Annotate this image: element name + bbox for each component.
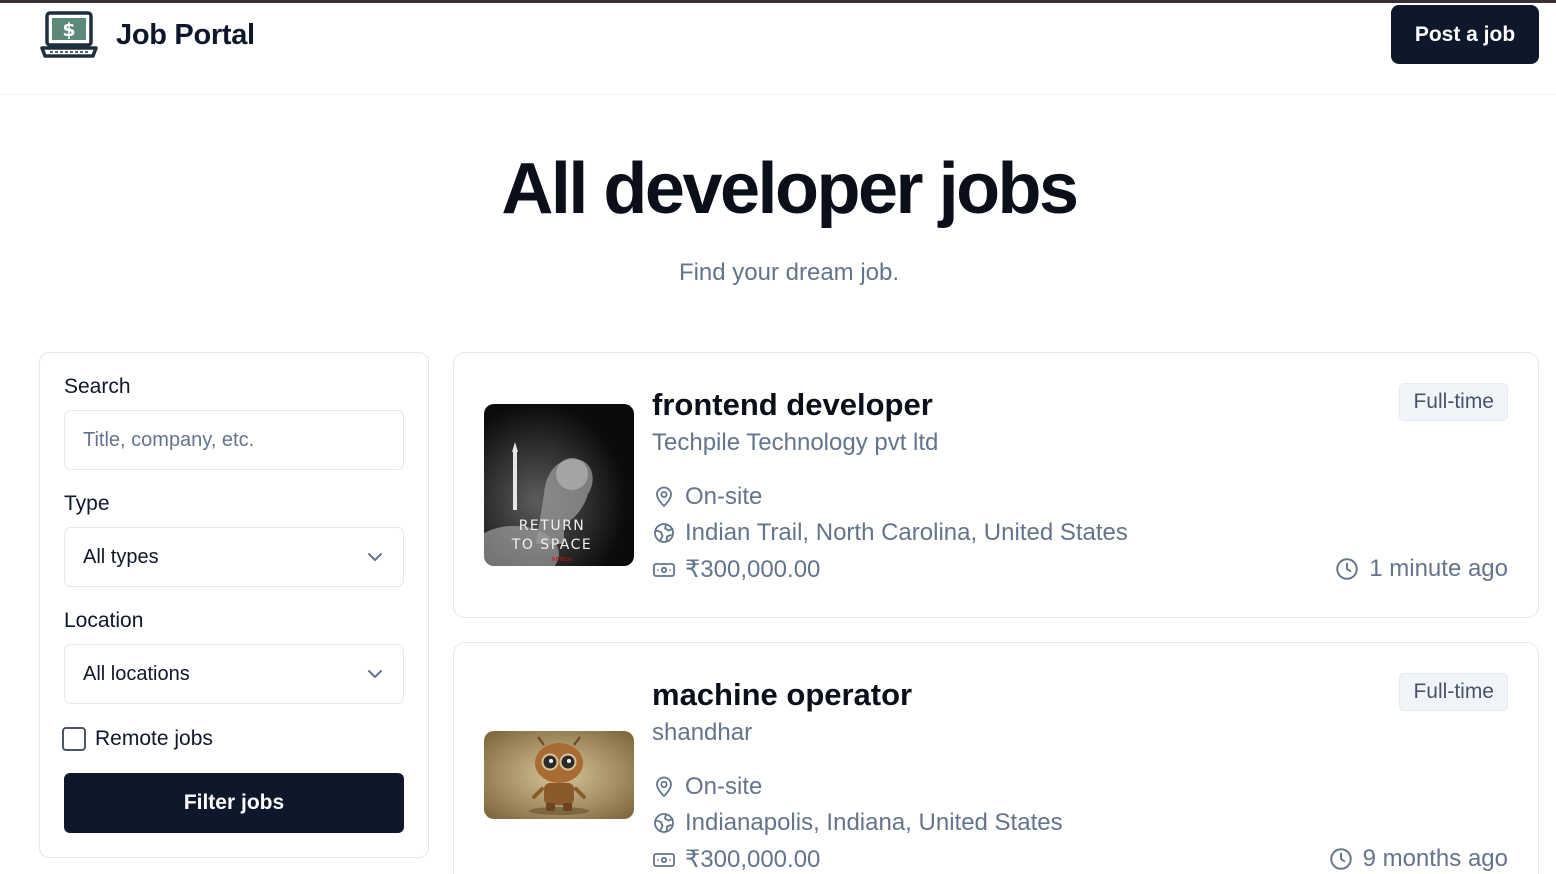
- clock-icon: [1329, 848, 1352, 870]
- job-type-badge: Full-time: [1399, 673, 1508, 711]
- brand-link[interactable]: $ Job Portal: [40, 11, 255, 59]
- job-location: Indianapolis, Indiana, United States: [652, 809, 1063, 837]
- job-posted-text: 9 months ago: [1362, 845, 1508, 872]
- job-company: shandhar: [652, 719, 753, 746]
- job-company: Techpile Technology pvt ltd: [652, 429, 939, 456]
- type-label: Type: [64, 492, 110, 515]
- company-logo: RETURN TO SPACE NETFLIX: [484, 404, 634, 566]
- job-location-type-text: On-site: [685, 773, 763, 800]
- type-select[interactable]: All types: [64, 527, 404, 587]
- remote-jobs-label: Remote jobs: [95, 727, 213, 750]
- job-salary: ₹300,000.00: [652, 555, 820, 584]
- svg-text:$: $: [62, 19, 75, 41]
- job-card[interactable]: RETURN TO SPACE NETFLIX frontend develop…: [453, 352, 1539, 618]
- globe-icon: [654, 523, 674, 543]
- job-location-text: Indianapolis, Indiana, United States: [685, 809, 1063, 836]
- search-input[interactable]: [64, 410, 404, 470]
- page-subtitle: Find your dream job.: [678, 259, 900, 286]
- chevron-down-icon: [368, 670, 382, 678]
- chevron-down-icon: [368, 553, 382, 561]
- laptop-dollar-icon: $: [40, 11, 98, 58]
- location-select-value: All locations: [83, 662, 190, 685]
- job-posted-time: 1 minute ago: [1334, 555, 1508, 583]
- poster-title-line2: TO SPACE: [511, 537, 592, 553]
- banknote-icon: [653, 562, 675, 577]
- job-posted-text: 1 minute ago: [1369, 555, 1508, 582]
- remote-jobs-checkbox[interactable]: [62, 727, 86, 751]
- job-title: machine operator: [652, 677, 913, 712]
- job-title: frontend developer: [652, 387, 933, 422]
- job-location-type-text: On-site: [685, 483, 763, 510]
- map-pin-icon: [656, 776, 672, 797]
- poster-image: RETURN TO SPACE NETFLIX: [484, 404, 634, 566]
- job-salary: ₹300,000.00: [652, 845, 820, 874]
- job-card[interactable]: machine operator shandhar On-site Indian…: [453, 642, 1539, 874]
- robot-figure-image: [484, 731, 634, 819]
- job-location-type: On-site: [652, 773, 762, 801]
- poster-title-line1: RETURN: [519, 518, 586, 534]
- poster-brand: NETFLIX: [552, 557, 573, 563]
- brand-name: Job Portal: [116, 18, 255, 51]
- banknote-icon: [653, 852, 675, 867]
- location-label: Location: [64, 609, 144, 632]
- job-salary-text: ₹300,000.00: [685, 846, 821, 873]
- job-location: Indian Trail, North Carolina, United Sta…: [652, 519, 1128, 547]
- post-job-button[interactable]: Post a job: [1391, 5, 1539, 64]
- type-select-value: All types: [83, 545, 159, 568]
- company-logo: [484, 731, 634, 819]
- job-location-type: On-site: [652, 483, 762, 511]
- filter-jobs-button[interactable]: Filter jobs: [64, 773, 404, 833]
- job-salary-text: ₹300,000.00: [685, 556, 821, 583]
- job-type-badge: Full-time: [1399, 383, 1508, 421]
- globe-icon: [654, 813, 674, 833]
- navbar: $ Job Portal Post a job: [0, 3, 1556, 95]
- job-location-text: Indian Trail, North Carolina, United Sta…: [685, 519, 1128, 546]
- map-pin-icon: [656, 486, 672, 507]
- job-posted-time: 9 months ago: [1328, 845, 1508, 873]
- remote-jobs-toggle[interactable]: Remote jobs: [62, 727, 213, 751]
- page-title: All developer jobs: [501, 149, 1079, 229]
- location-select[interactable]: All locations: [64, 644, 404, 704]
- filter-panel: Search Type All types Location All locat…: [39, 352, 429, 858]
- clock-icon: [1336, 558, 1358, 580]
- search-label: Search: [64, 375, 131, 398]
